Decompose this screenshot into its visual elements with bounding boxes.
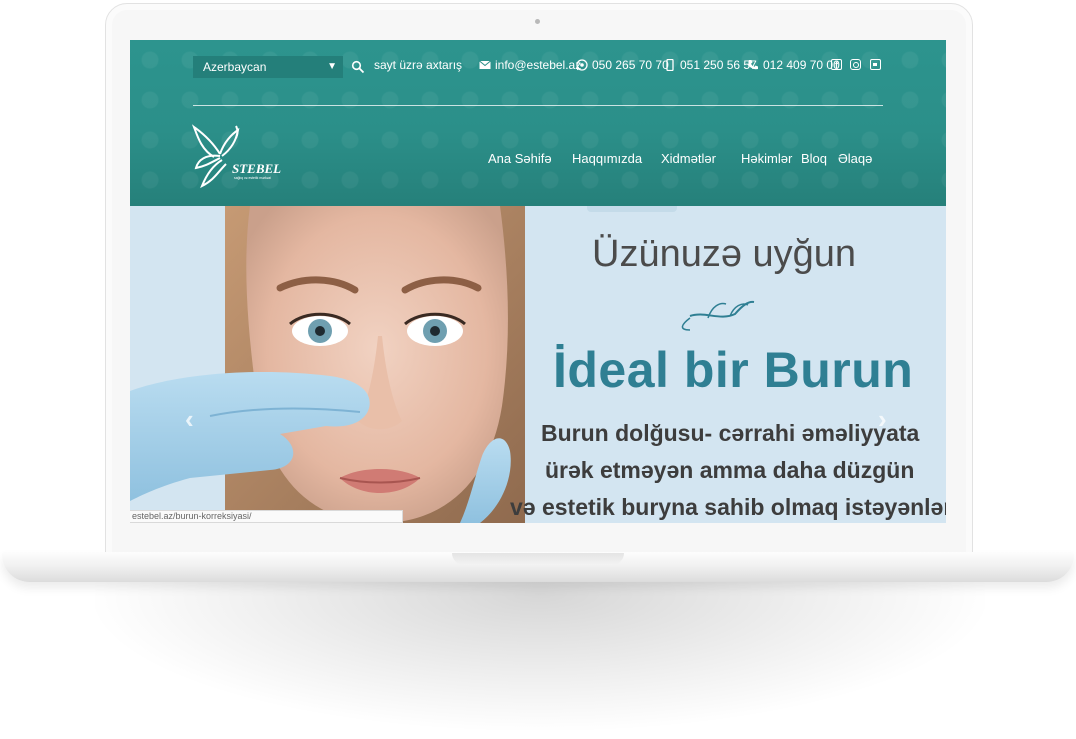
- logo-wordmark: STEBEL: [232, 161, 281, 176]
- hero-heading-1: Üzünuzə uyğun: [592, 233, 857, 275]
- envelope-icon: [479, 60, 491, 69]
- chevron-right-icon[interactable]: ›: [878, 404, 887, 435]
- site-header: Azerbaycan ▼ sayt üzrə axtarış info@este…: [130, 40, 946, 206]
- search-input[interactable]: sayt üzrə axtarış: [374, 58, 462, 72]
- hero-text-2: ürək etməyən amma daha düzgün: [545, 457, 915, 483]
- nav-services[interactable]: Xidmətlər: [661, 151, 716, 166]
- phone-link[interactable]: 012 409 70 00: [747, 58, 840, 72]
- status-url-bar: estebel.az/burun-korreksiyasi/: [130, 510, 403, 523]
- camera-dot: [535, 19, 540, 24]
- search-icon[interactable]: [351, 60, 365, 74]
- mobile-link[interactable]: 051 250 56 57: [664, 58, 757, 72]
- whatsapp-icon: [576, 59, 588, 71]
- browser-screen: Azerbaycan ▼ sayt üzrə axtarış info@este…: [130, 40, 946, 523]
- laptop-notch: [452, 553, 624, 565]
- estebel-logo[interactable]: STEBEL sağlıq və estetik mərkəzi: [192, 124, 292, 190]
- email-text: info@estebel.az: [495, 58, 582, 72]
- slider-tab: [587, 206, 677, 212]
- chevron-left-icon[interactable]: ‹: [185, 404, 194, 435]
- whatsapp-link[interactable]: 050 265 70 70: [576, 58, 669, 72]
- hero-text-3: və estetik burуna sahib olmaq istəyənlər: [510, 494, 946, 520]
- email-link[interactable]: info@estebel.az: [479, 58, 581, 72]
- laptop-shadow: [95, 560, 985, 730]
- nav-about[interactable]: Haqqımızda: [572, 151, 642, 166]
- hero-heading-2: İdeal bir Burun: [553, 342, 914, 398]
- mobile-icon: [666, 59, 674, 71]
- hero-slider: Üzünuzə uyğun İdeal bir Burun Burun dolğ…: [130, 206, 946, 523]
- logo-tagline: sağlıq və estetik mərkəzi: [234, 176, 271, 180]
- whatsapp-number: 050 265 70 70: [592, 58, 669, 72]
- facebook-icon[interactable]: f: [831, 59, 842, 70]
- phone-icon: [748, 60, 758, 70]
- youtube-icon[interactable]: [870, 59, 881, 70]
- nav-home[interactable]: Ana Səhifə: [488, 151, 552, 166]
- chevron-down-icon: ▼: [327, 61, 337, 72]
- mobile-number: 051 250 56 57: [680, 58, 757, 72]
- nav-contact[interactable]: Əlaqə: [838, 151, 872, 166]
- language-select[interactable]: Azerbaycan ▼: [193, 56, 343, 78]
- nav-blog[interactable]: Bloq: [801, 151, 827, 166]
- instagram-icon[interactable]: [850, 59, 861, 70]
- language-value: Azerbaycan: [203, 60, 267, 74]
- nav-doctors[interactable]: Həkimlər: [741, 151, 792, 166]
- phone-number: 012 409 70 00: [763, 58, 840, 72]
- hero-text-1: Burun dolğusu- cərrahi əməliyyata: [541, 420, 920, 446]
- header-divider: [193, 105, 883, 106]
